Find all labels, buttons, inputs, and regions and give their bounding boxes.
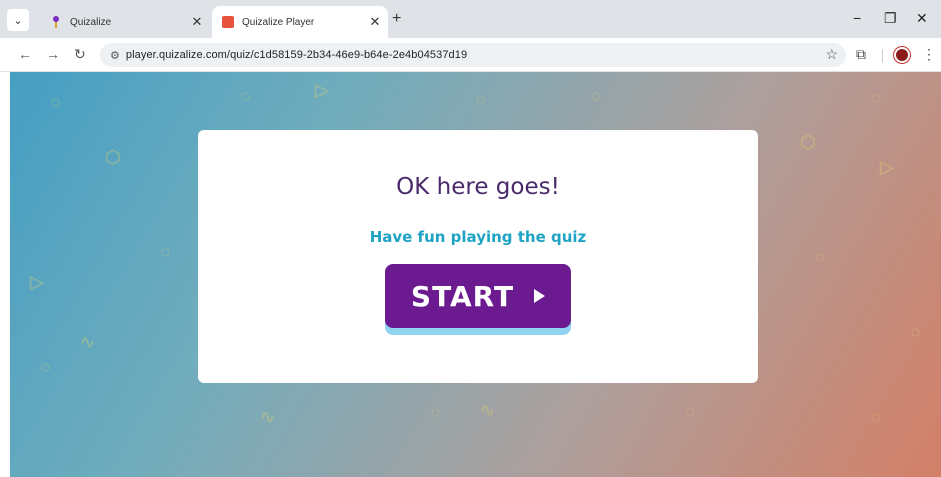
confetti-circle-icon: ○ xyxy=(160,242,171,262)
tab-search-button[interactable]: ⌄ xyxy=(7,9,29,31)
confetti-hexagon-icon: ⬡ xyxy=(105,147,121,167)
tab-title: Quizalize Player xyxy=(242,16,315,28)
confetti-circle-icon: ○ xyxy=(870,407,881,427)
subtitle: Have fun playing the quiz xyxy=(369,228,587,246)
confetti-circle-icon: ○ xyxy=(240,86,251,106)
quiz-player-page: ○ ⬡ ▷ ∿ ○ ○ ▷ ○ ○ ⬡ ▷ ○ ○ ○ ∿ ○ ∿ ○ ○ ○ … xyxy=(10,72,941,477)
toolbar-divider xyxy=(882,49,883,63)
confetti-circle-icon: ○ xyxy=(50,92,61,112)
url-field[interactable]: ⚙ player.quizalize.com/quiz/c1d58159-2b3… xyxy=(100,43,846,67)
play-icon xyxy=(534,289,546,303)
confetti-circle-icon: ○ xyxy=(590,86,601,106)
start-button-label: START xyxy=(410,279,515,313)
tune-icon[interactable]: ⚙ xyxy=(110,49,120,62)
tab-quizalize-player[interactable]: Quizalize Player ✕ xyxy=(212,6,388,38)
chevron-down-icon: ⌄ xyxy=(13,14,23,27)
kebab-icon[interactable]: ⋮ xyxy=(922,46,936,63)
quizalize-favicon-icon xyxy=(50,16,62,28)
confetti-triangle-icon: ▷ xyxy=(315,80,329,100)
back-arrow-icon[interactable]: ← xyxy=(18,46,32,62)
start-button[interactable]: START xyxy=(385,264,571,328)
tab-strip: ⌄ Quizalize ✕ Quizalize Player ✕ + − ❐ ✕ xyxy=(0,0,941,38)
confetti-squiggle-icon: ∿ xyxy=(480,400,496,420)
tab-quizalize[interactable]: Quizalize ✕ xyxy=(40,6,210,38)
forward-arrow-icon[interactable]: → xyxy=(46,46,60,62)
confetti-circle-icon: ○ xyxy=(870,88,881,108)
minimize-icon[interactable]: − xyxy=(853,10,861,26)
restore-icon[interactable]: ❐ xyxy=(884,10,897,27)
puzzle-icon[interactable]: ⧉ xyxy=(856,46,866,63)
avatar[interactable] xyxy=(894,47,910,63)
close-icon[interactable]: ✕ xyxy=(188,14,206,30)
confetti-hexagon-icon: ⬡ xyxy=(800,132,816,152)
page-title: OK here goes! xyxy=(396,174,560,200)
quiz-start-card: OK here goes! Have fun playing the quiz … xyxy=(198,130,758,383)
confetti-triangle-icon: ▷ xyxy=(30,272,44,292)
window-close-icon[interactable]: ✕ xyxy=(916,10,928,27)
close-icon[interactable]: ✕ xyxy=(366,14,384,30)
confetti-circle-icon: ○ xyxy=(475,90,486,110)
address-bar: ← → ↻ ⚙ player.quizalize.com/quiz/c1d581… xyxy=(0,38,941,72)
confetti-triangle-icon: ▷ xyxy=(880,157,894,177)
star-icon[interactable]: ☆ xyxy=(825,46,838,63)
new-tab-button[interactable]: + xyxy=(392,10,401,28)
tab-title: Quizalize xyxy=(70,16,112,28)
confetti-squiggle-icon: ∿ xyxy=(80,332,96,352)
confetti-squiggle-icon: ∿ xyxy=(260,407,276,427)
url-text: player.quizalize.com/quiz/c1d58159-2b34-… xyxy=(125,49,468,61)
reload-icon[interactable]: ↻ xyxy=(74,46,86,63)
confetti-circle-icon: ○ xyxy=(685,402,696,422)
confetti-circle-icon: ○ xyxy=(910,322,921,342)
confetti-circle-icon: ○ xyxy=(815,247,826,267)
confetti-circle-icon: ○ xyxy=(40,357,51,377)
quizalize-player-favicon-icon xyxy=(222,16,234,28)
confetti-circle-icon: ○ xyxy=(430,402,441,422)
